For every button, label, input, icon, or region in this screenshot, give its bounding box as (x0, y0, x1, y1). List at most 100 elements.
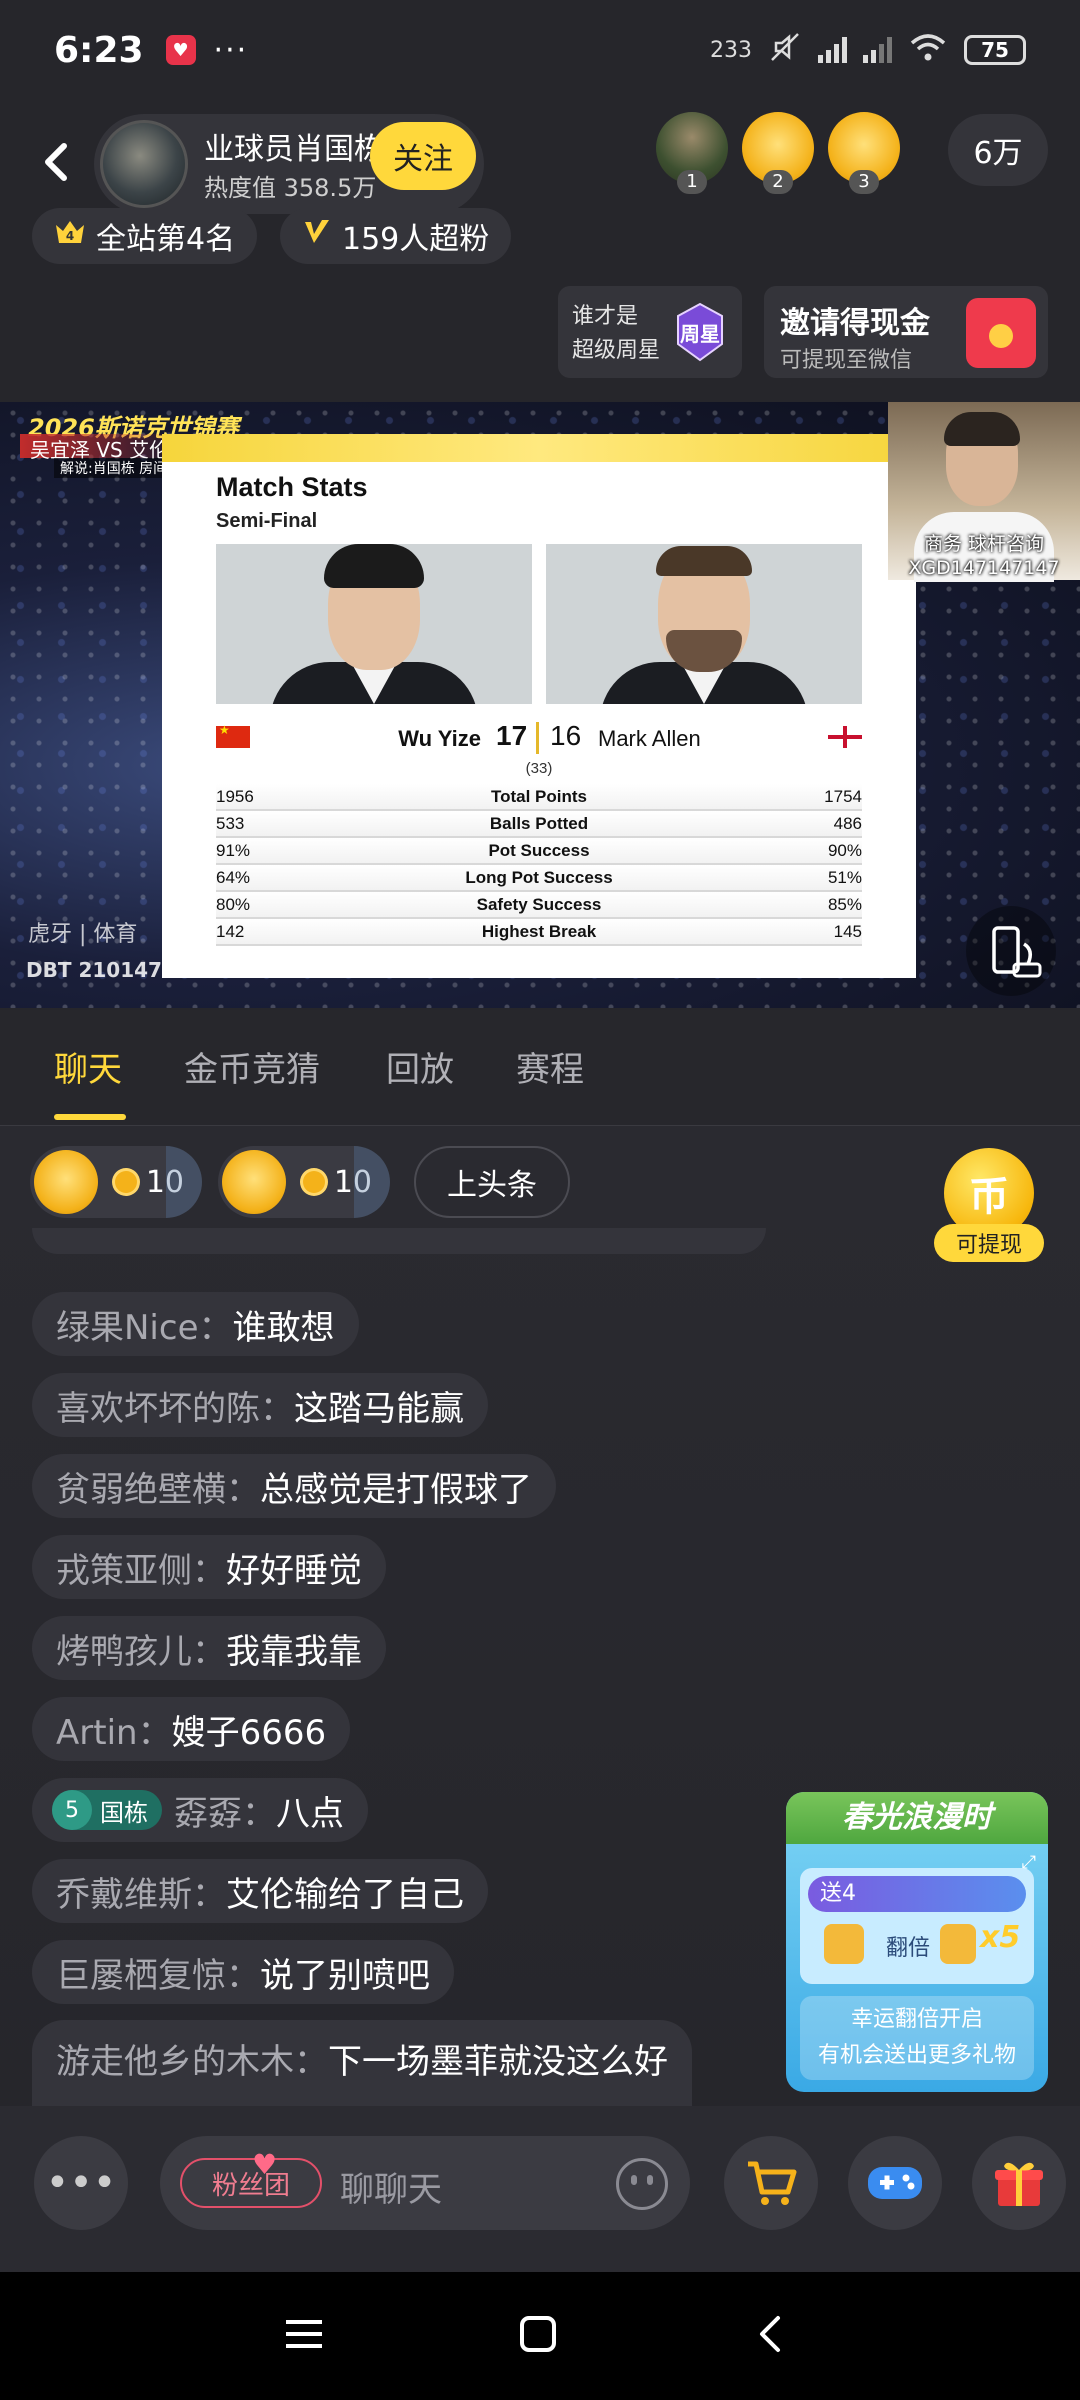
stat-right: 486 (833, 813, 862, 833)
camera-caption: 商务 球杆咨询 XGD147147147 (888, 532, 1080, 580)
tab-schedule[interactable]: 赛程 (516, 1042, 584, 1091)
chat-user[interactable]: 戎策亚侧： (56, 1543, 226, 1592)
gift-button[interactable] (972, 2136, 1066, 2230)
stat-left: 142 (216, 921, 245, 941)
stat-right: 90% (827, 840, 862, 860)
status-bar: 6:23 ♥ ··· 233 75 (0, 0, 1080, 100)
game-button[interactable] (848, 2136, 942, 2230)
streamer-name: 业球员肖国栋 (204, 132, 384, 167)
northern-ireland-flag-icon (828, 726, 862, 748)
chat-user[interactable]: 巨屡栖复惊： (56, 1948, 260, 1997)
chat-message[interactable]: 绿果Nice： 谁敢想 (32, 1292, 359, 1356)
super-fans-badge[interactable]: 159人超粉 (280, 208, 512, 264)
gift-contributor[interactable]: 10 (30, 1146, 202, 1218)
fan-club-button[interactable]: ♥ 粉丝团 (180, 2148, 322, 2208)
signal-icon-2 (863, 37, 892, 63)
chat-message[interactable]: 乔戴维斯： 艾伦输给了自己 (32, 1859, 488, 1923)
chevron-left-icon (45, 143, 67, 181)
streamer-avatar[interactable] (100, 120, 188, 208)
back-arrow-icon (760, 2316, 780, 2352)
chat-user[interactable]: 喜欢坏坏的陈： (56, 1381, 294, 1430)
spring-multiplier: x5 (980, 1920, 1021, 1955)
stat-left: 1956 (216, 786, 254, 806)
stat-row: 64% Long Pot Success 51% (216, 865, 862, 892)
chat-message[interactable]: Artin： 嫂子6666 (32, 1697, 351, 1761)
chat-message[interactable]: 贫弱绝壁横： 总感觉是打假球了 (32, 1454, 556, 1518)
menu-button[interactable] (282, 2312, 326, 2356)
chat-user[interactable]: 游走他乡的木木： (56, 2034, 328, 2083)
spring-event-promo[interactable]: 春光浪漫时 ⤢ 送4 翻倍 x5 幸运翻倍开启 有机会送出更多礼物 (786, 1792, 1048, 2092)
nav-back-button[interactable] (750, 2312, 794, 2356)
viewer-rank: 3 (849, 170, 879, 194)
rotate-screen-icon (992, 926, 1042, 978)
spring-promo-desc: 幸运翻倍开启 有机会送出更多礼物 (800, 1996, 1034, 2080)
chat-text: 八点 (276, 1793, 344, 1834)
viewer-avatar[interactable]: 2 (742, 112, 814, 194)
rank-badge[interactable]: 4 全站第4名 (32, 208, 258, 264)
tab-replay[interactable]: 回放 (386, 1042, 454, 1091)
tab-indicator (54, 1114, 126, 1120)
frames-total: (33) (525, 760, 553, 777)
chat-user[interactable]: 贫弱绝壁横： (56, 1462, 260, 1511)
player1-score: 17 (496, 720, 528, 751)
weekstar-icon: 周星 (670, 302, 730, 362)
tab-chat[interactable]: 聊天 (54, 1042, 122, 1091)
chat-user[interactable]: Artin： (56, 1705, 172, 1754)
chat-message[interactable]: 喜欢坏坏的陈： 这踏马能赢 (32, 1373, 488, 1437)
streamer-info[interactable]: 业球员肖国栋 热度值 358.5万 关注 (94, 114, 484, 214)
spring-desc-line1: 幸运翻倍开启 (850, 2007, 983, 2032)
gamepad-icon (868, 2167, 922, 2199)
withdraw-coin-widget[interactable]: 币 可提现 (934, 1148, 1044, 1268)
home-button[interactable] (516, 2312, 560, 2356)
shop-button[interactable] (724, 2136, 818, 2230)
stats-title: Match Stats (216, 472, 368, 502)
gift-icon (995, 2162, 1043, 2206)
china-flag-icon (216, 723, 250, 748)
headline-button[interactable]: 上头条 (414, 1146, 570, 1218)
weekstar-promo[interactable]: 谁才是 超级周星 周星 (558, 286, 742, 378)
player1-photo (216, 544, 532, 704)
svg-text:4: 4 (66, 229, 74, 243)
stat-row: 1956 Total Points 1754 (216, 784, 862, 811)
invite-cash-promo[interactable]: 邀请得现金 可提现至微信 (764, 286, 1048, 378)
more-button[interactable]: ••• (34, 2136, 128, 2230)
chat-message[interactable]: 5 国栋 孬孬： 八点 (32, 1778, 368, 1842)
chat-message[interactable]: 烤鸭孩儿： 我靠我靠 (32, 1616, 386, 1680)
super-fans-label: 159人超粉 (342, 222, 490, 257)
stat-row: 142 Highest Break 145 (216, 919, 862, 946)
spring-promo-title: 春光浪漫时 (786, 1792, 1048, 1844)
follow-button[interactable]: 关注 (370, 122, 476, 190)
stat-label: Highest Break (481, 921, 597, 941)
chat-user[interactable]: 乔戴维斯： (56, 1867, 226, 1916)
battery-icon: 75 (964, 35, 1026, 65)
player1-name: Wu Yize (398, 726, 481, 751)
rank-label: 全站第4名 (96, 222, 236, 257)
viewer-avatar[interactable]: 1 (656, 112, 728, 194)
viewer-avatar[interactable]: 3 (828, 112, 900, 194)
back-button[interactable] (36, 132, 76, 192)
chat-message[interactable]: 巨屡栖复惊： 说了别喷吧 (32, 1940, 454, 2004)
emoji-button[interactable] (616, 2158, 668, 2210)
fan-badge-name: 国栋 (100, 1798, 148, 1827)
stat-left: 533 (216, 813, 245, 833)
viewer-rank: 2 (763, 170, 793, 194)
network-speed: 233 (710, 37, 752, 63)
chat-user[interactable]: 绿果Nice： (56, 1300, 233, 1349)
chat-message[interactable]: 游走他乡的木木： 下一场墨菲就没这么好 (32, 2020, 692, 2106)
chat-text: 总感觉是打假球了 (260, 1469, 532, 1510)
video-player[interactable]: 2026斯诺克世锦赛 吴宜泽 VS 艾伦 解说:肖国栋 房间号: 210147 … (0, 402, 1080, 1008)
chat-input[interactable]: ♥ 粉丝团 聊聊天 (160, 2136, 690, 2230)
gift-contributor[interactable]: 10 (218, 1146, 390, 1218)
weekstar-line2: 超级周星 (572, 338, 661, 363)
chat-user[interactable]: 孬孬： (174, 1786, 276, 1835)
chat-text: 谁敢想 (232, 1307, 335, 1348)
tab-coin-guess[interactable]: 金币竞猜 (184, 1042, 320, 1091)
coin-icon (111, 1168, 140, 1196)
chat-message[interactable]: 戎策亚侧： 好好睡觉 (32, 1535, 386, 1599)
viewer-count-button[interactable]: 6万 (948, 114, 1048, 186)
stat-label: Long Pot Success (465, 867, 613, 887)
chat-text: 好好睡觉 (226, 1550, 362, 1591)
stat-label: Safety Success (476, 894, 602, 914)
chat-user[interactable]: 烤鸭孩儿： (56, 1624, 226, 1673)
rotate-screen-button[interactable] (966, 906, 1056, 996)
